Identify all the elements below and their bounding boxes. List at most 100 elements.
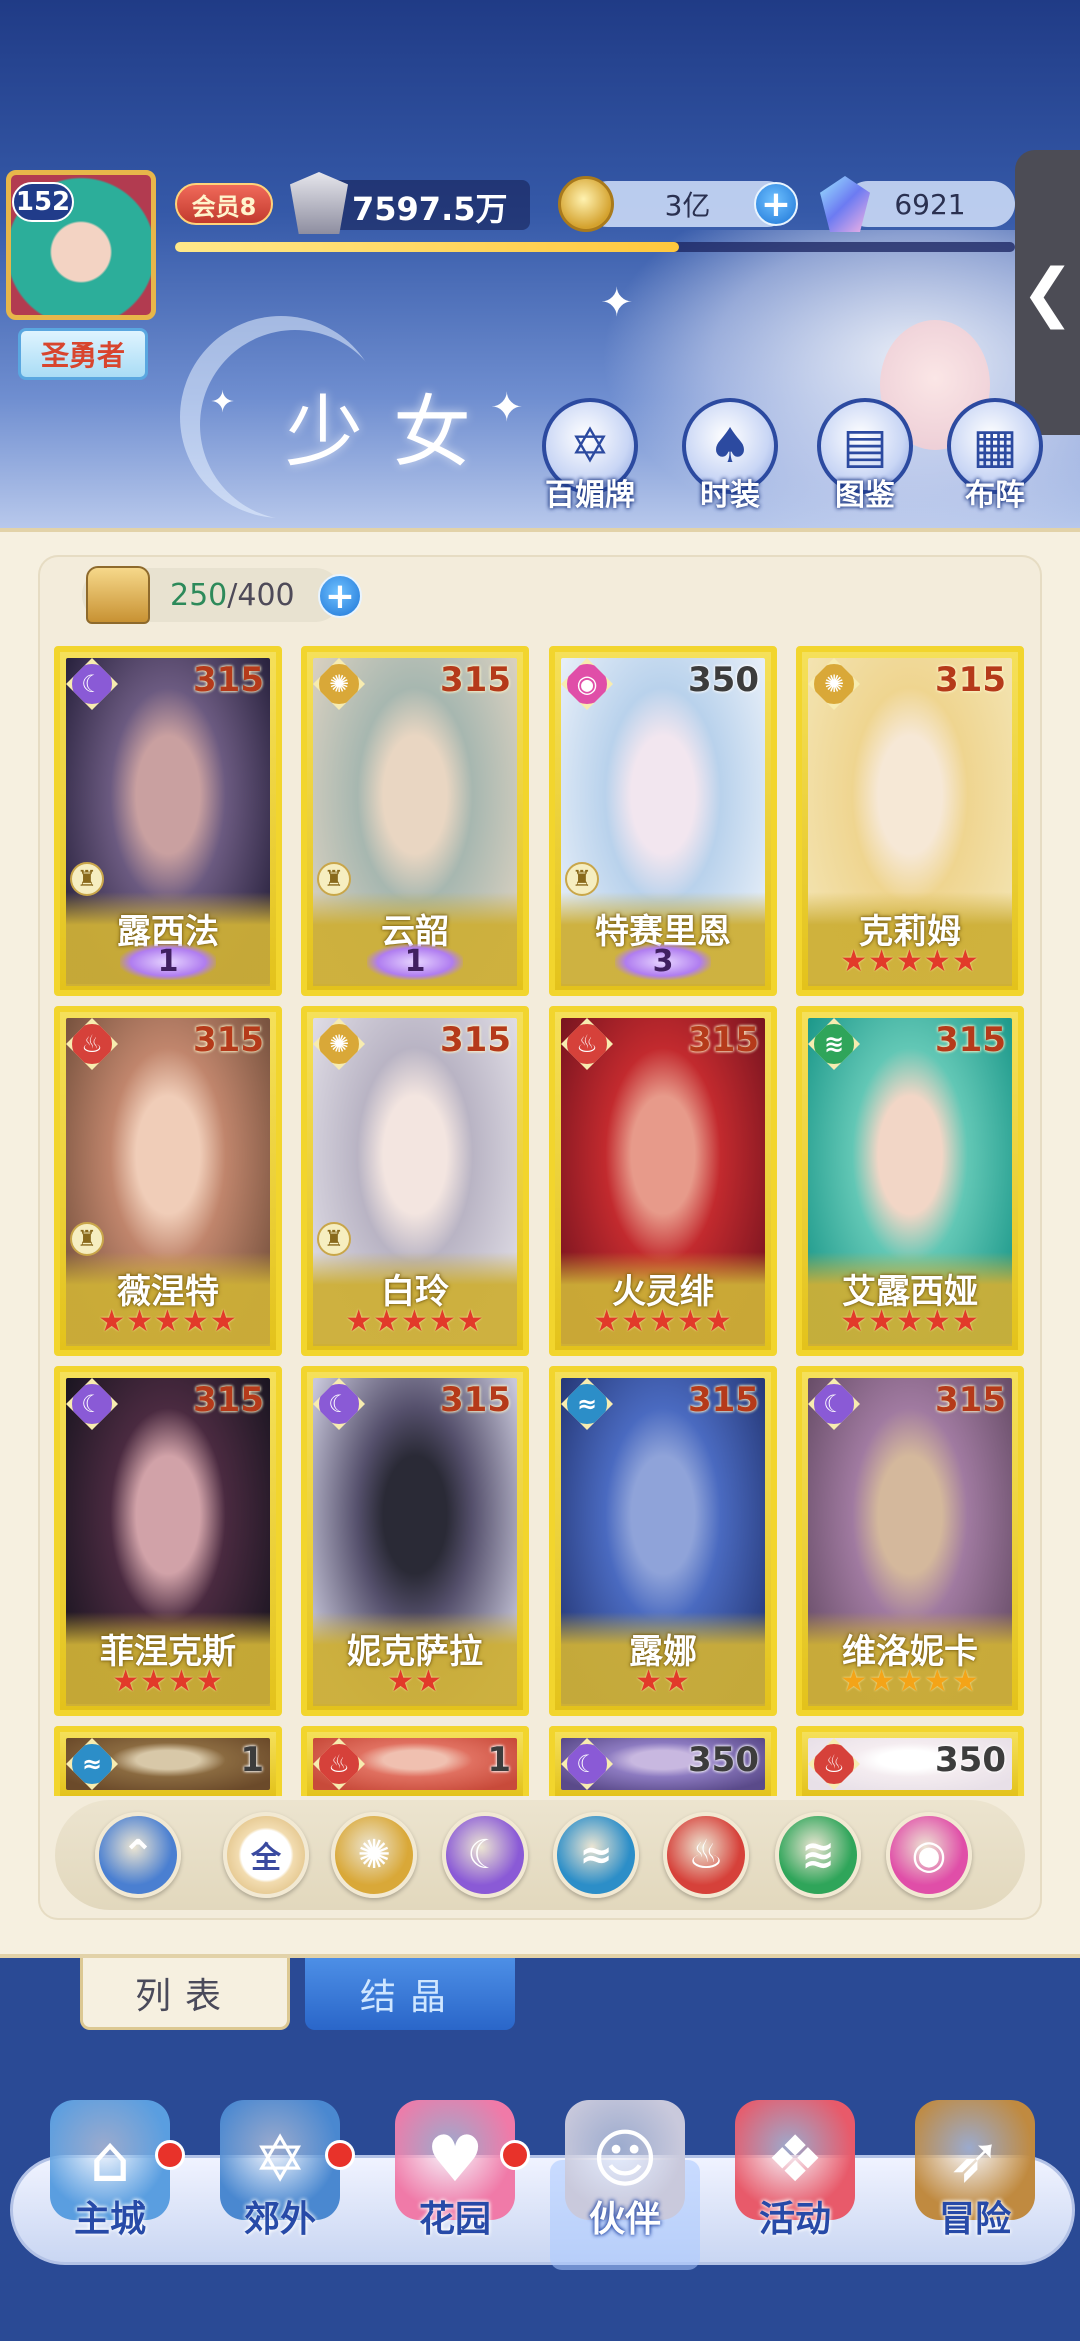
nav-gift-box[interactable]: ❖ 活动: [715, 2100, 875, 2260]
companion-level: 315: [935, 660, 1006, 700]
companion-card[interactable]: ♨ 315 ♜ 薇涅特 ★★★★★: [54, 1006, 282, 1356]
companion-level: 315: [440, 1380, 511, 1420]
companion-card[interactable]: ♨ 1: [301, 1726, 529, 1796]
nav-portal[interactable]: ✡ 郊外: [200, 2100, 360, 2260]
filter-all-button[interactable]: 全: [223, 1812, 309, 1898]
filter-collapse-button[interactable]: ⌃: [95, 1812, 181, 1898]
feature-codex-button[interactable]: ▤ 图鉴: [810, 398, 920, 513]
companion-level: 315: [440, 1020, 511, 1060]
companion-card[interactable]: ☾ 315 维洛妮卡 ★★★★★: [796, 1366, 1024, 1716]
power-sword-icon: [290, 172, 348, 234]
awaken-level-badge: 1: [367, 944, 463, 980]
filter-moon-button[interactable]: ☾: [442, 1812, 528, 1898]
notification-dot: [155, 2140, 185, 2170]
player-title-badge[interactable]: 圣勇者: [18, 328, 148, 380]
role-rook-icon: ♜: [70, 862, 104, 896]
companion-level: 315: [193, 1380, 264, 1420]
companion-card[interactable]: ≈315 露娜 ★★: [549, 1366, 777, 1716]
filter-water-button[interactable]: ≈: [553, 1812, 639, 1898]
star-rating: ★★: [635, 1664, 691, 1699]
filter-fire-button[interactable]: ♨: [663, 1812, 749, 1898]
vip-badge[interactable]: 会员8: [175, 183, 273, 225]
xp-progress-fill: [175, 242, 679, 252]
heart-orb-icon: ◉: [911, 1832, 947, 1878]
companion-card[interactable]: ✺ 315 ♜ 白玲 ★★★★★: [301, 1006, 529, 1356]
companion-card[interactable]: ☾ 350: [549, 1726, 777, 1796]
companion-card[interactable]: ♨ 350: [796, 1726, 1024, 1796]
tab-list[interactable]: 列表: [80, 1958, 290, 2030]
nav-label: 主城: [73, 2199, 146, 2240]
star-rating: ★★★★★: [345, 1304, 485, 1339]
power-value: 7597.5万: [352, 190, 508, 228]
water-drop-icon: ≈: [579, 1832, 613, 1878]
role-rook-icon: ♜: [70, 1222, 104, 1256]
notification-dot: [500, 2140, 530, 2170]
companion-card[interactable]: ✺ 315 克莉姆 ★★★★★: [796, 646, 1024, 996]
nav-companion[interactable]: ☺ 伙伴: [545, 2100, 705, 2270]
companion-level: 315: [935, 1380, 1006, 1420]
companion-level: 315: [688, 1020, 759, 1060]
companion-level: 315: [440, 660, 511, 700]
sparkle-icon: ✦: [600, 280, 634, 326]
awaken-level-badge: 3: [615, 944, 711, 980]
sun-icon: ✺: [357, 1832, 391, 1878]
expand-capacity-button[interactable]: +: [318, 574, 362, 618]
bottom-strip: [0, 2285, 1080, 2341]
tornado-icon: ≋: [801, 1832, 835, 1878]
nav-label: 冒险: [938, 2199, 1011, 2240]
companion-card[interactable]: ✺ 315 ♜ 云韶 1: [301, 646, 529, 996]
companion-card[interactable]: ◉ 350 ♜ 特赛里恩 3: [549, 646, 777, 996]
player-level-badge: 152: [12, 182, 74, 222]
role-rook-icon: ♜: [565, 862, 599, 896]
sparkle-icon: ✦: [210, 385, 236, 420]
nav-label: 活动: [758, 2199, 831, 2240]
companion-level: 315: [935, 1020, 1006, 1060]
companion-level: 315: [193, 1020, 264, 1060]
companion-level: 350: [688, 1740, 759, 1780]
star-rating: ★★★★★: [98, 1304, 238, 1339]
companion-card[interactable]: ☾ 315 妮克萨拉 ★★: [301, 1366, 529, 1716]
companion-card[interactable]: ♨ 315 火灵绯 ★★★★★: [549, 1006, 777, 1356]
notification-dot: [325, 2140, 355, 2170]
companion-level: 315: [688, 1380, 759, 1420]
feature-card-badge-button[interactable]: ✡ 百媚牌: [535, 398, 645, 513]
all-icon: 全: [251, 1841, 281, 1876]
nav-label: 伙伴: [588, 2199, 661, 2240]
star-rating: ★★★★★: [840, 1664, 980, 1699]
star-rating: ★★★★★: [840, 1304, 980, 1339]
role-rook-icon: ♜: [317, 862, 351, 896]
filter-wind-button[interactable]: ≋: [775, 1812, 861, 1898]
nav-castle[interactable]: ⌂ 主城: [30, 2100, 190, 2260]
companion-card[interactable]: ☾ 315 ♜ 露西法 1: [54, 646, 282, 996]
companion-level: 350: [688, 660, 759, 700]
star-rating: ★★★★★: [593, 1304, 733, 1339]
companion-card[interactable]: ☾ 315 菲涅克斯 ★★★★: [54, 1366, 282, 1716]
feature-costume-button[interactable]: ♠ 时装: [675, 398, 785, 513]
companion-level: 1: [240, 1740, 264, 1780]
companion-card[interactable]: ≈1: [54, 1726, 282, 1796]
gem-display: 6921: [845, 181, 1015, 227]
backpack-icon: [86, 566, 150, 624]
page-title: 少女: [285, 388, 502, 478]
chevron-up-icon: ⌃: [121, 1832, 155, 1878]
gold-coin-icon: [558, 176, 614, 232]
nav-label: 花园: [418, 2199, 491, 2240]
add-gold-button[interactable]: +: [754, 182, 798, 226]
companion-card[interactable]: ≋ 315 艾露西娅 ★★★★★: [796, 1006, 1024, 1356]
tab-crystal[interactable]: 结晶: [305, 1958, 515, 2030]
feature-formation-button[interactable]: ▦ 布阵: [940, 398, 1050, 513]
star-rating: ★★★★: [112, 1664, 224, 1699]
gem-value: 6921: [894, 187, 966, 221]
nav-label: 郊外: [243, 2199, 316, 2240]
star-rating: ★★: [387, 1664, 443, 1699]
awaken-level-badge: 1: [120, 944, 216, 980]
xp-progress-bar: [175, 242, 1015, 252]
gold-value: 3亿: [664, 189, 711, 222]
companion-level: 350: [935, 1740, 1006, 1780]
filter-heart-button[interactable]: ◉: [886, 1812, 972, 1898]
moon-icon: ☾: [467, 1832, 503, 1878]
nav-compass[interactable]: ➶ 冒险: [895, 2100, 1055, 2260]
side-panel-toggle[interactable]: ❮: [1015, 150, 1080, 435]
nav-heart-garden[interactable]: ♥ 花园: [375, 2100, 535, 2260]
filter-light-button[interactable]: ✺: [331, 1812, 417, 1898]
